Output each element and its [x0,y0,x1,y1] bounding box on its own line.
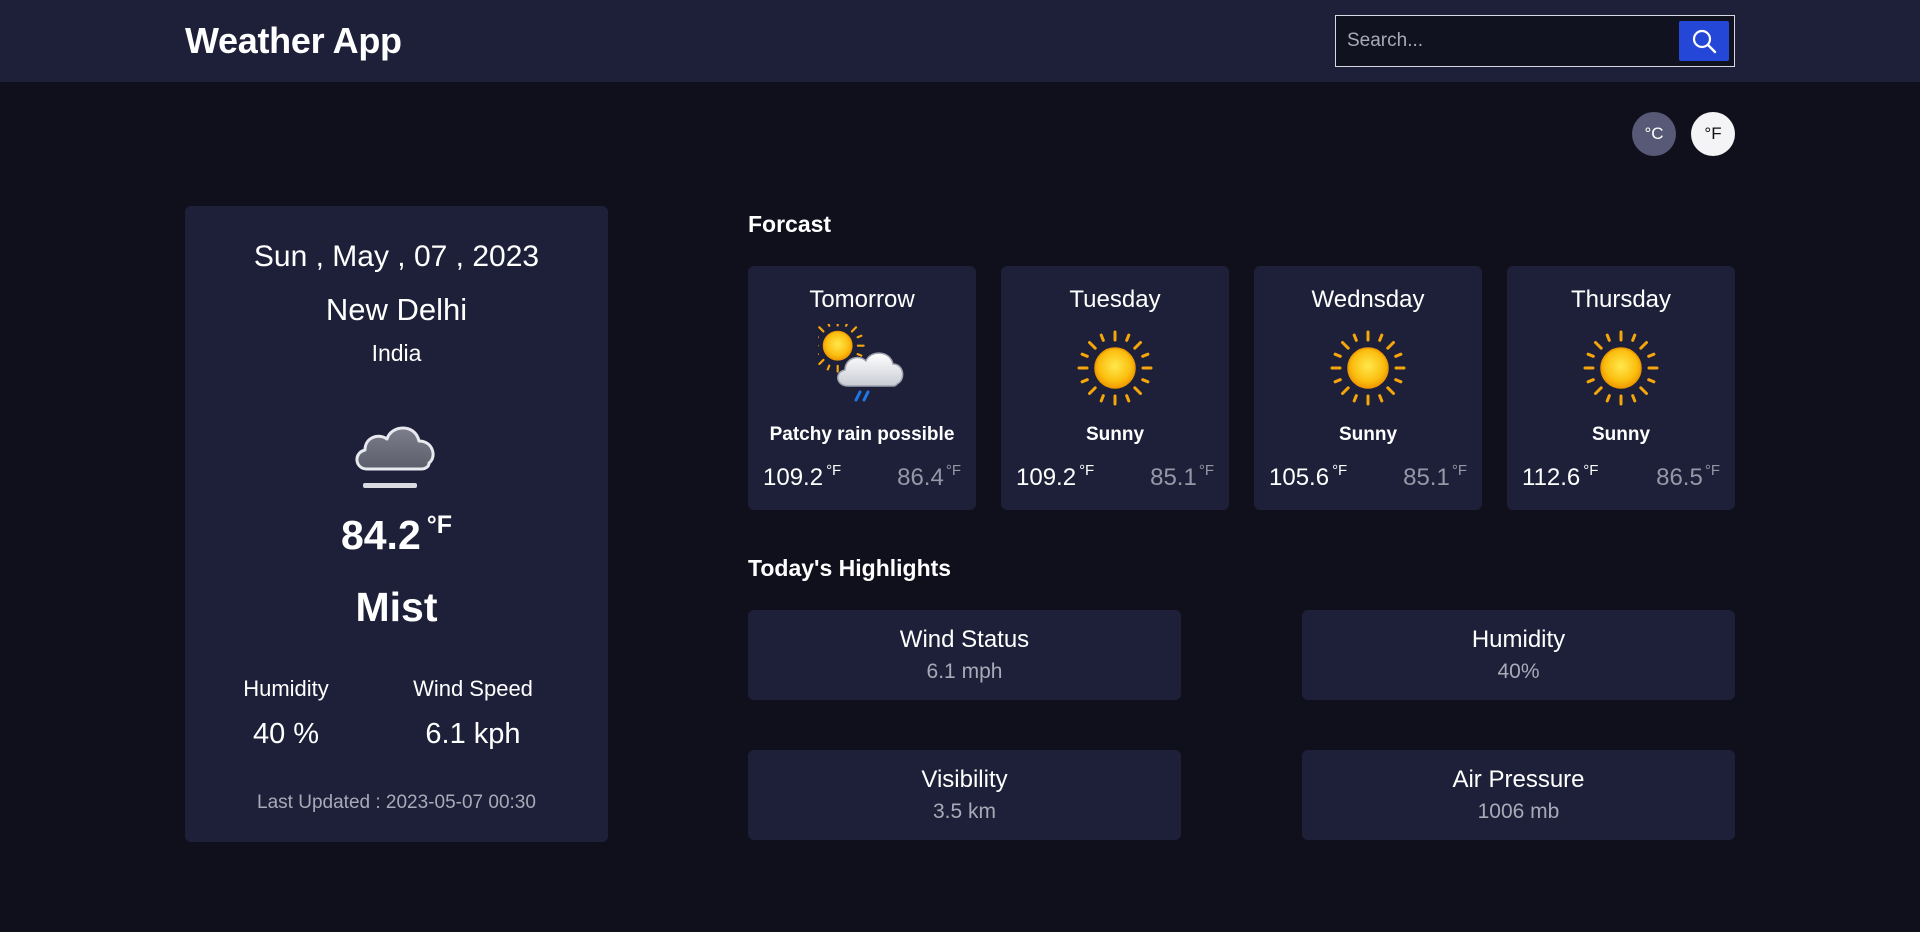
forecast-max-temp: 109.2 °F [1016,462,1094,492]
last-updated: Last Updated : 2023-05-07 00:30 [257,792,536,813]
forecast-min-unit: °F [1704,462,1720,479]
highlight-label: Humidity [1471,626,1566,653]
highlight-visibility: Visibility 3.5 km [748,750,1181,840]
highlight-value: 40% [1497,660,1540,683]
forecast-day: Tuesday [1069,286,1161,313]
highlight-label: Wind Status [899,626,1030,653]
forecast-condition: Sunny [1085,424,1145,445]
forecast-min-unit: °F [1451,462,1467,479]
current-weather-card: Sun , May , 07 , 2023 New Delhi India 84… [185,206,608,842]
search-button[interactable] [1679,21,1729,61]
forecast-max-value: 109.2 [763,464,824,491]
celsius-toggle[interactable]: °C [1632,112,1676,156]
forecast-condition: Patchy rain possible [769,424,955,445]
forecast-day: Thursday [1570,286,1672,313]
fahrenheit-toggle[interactable]: °F [1691,112,1735,156]
forecast-max-value: 109.2 [1016,464,1077,491]
sun-icon [1583,330,1659,406]
highlight-wind-status: Wind Status 6.1 mph [748,610,1181,700]
forecast-max-unit: °F [1332,462,1348,479]
search-icon [1692,29,1717,54]
highlight-value: 1006 mb [1477,800,1560,823]
forecast-max-value: 105.6 [1269,464,1330,491]
highlights-title: Today's Highlights [748,555,952,581]
forecast-day: Wednsday [1311,286,1425,313]
forecast-max-temp: 105.6 °F [1269,462,1347,492]
sun-icon [1330,330,1406,406]
current-date: Sun , May , 07 , 2023 [253,240,540,273]
forecast-day: Tomorrow [809,286,915,313]
highlight-label: Air Pressure [1452,766,1585,793]
humidity-value: 40 % [252,718,320,750]
forecast-max-value: 112.6 [1522,464,1581,491]
current-temperature-unit: °F [426,511,453,539]
patchy-rain-icon [818,324,904,402]
forecast-min-unit: °F [945,462,961,479]
highlight-label: Visibility [921,766,1008,793]
highlight-value: 6.1 mph [926,660,1003,683]
forecast-card-tomorrow: Tomorrow Patchy rain possible 109.2 °F 86… [748,266,976,510]
forecast-min-value: 86.5 [1656,464,1703,491]
forecast-min-temp: 86.4 °F [897,462,961,492]
sun-icon [1077,330,1153,406]
forecast-max-unit: °F [1079,462,1095,479]
forecast-max-unit: °F [826,462,842,479]
current-city: New Delhi [325,292,468,327]
search-input[interactable] [1340,20,1670,62]
current-condition: Mist [355,584,438,630]
forecast-min-value: 85.1 [1150,464,1197,491]
forecast-condition: Sunny [1591,424,1651,445]
current-temperature-value: 84.2 [340,512,421,558]
app-title: Weather App [185,20,402,61]
search-bar [1335,15,1735,67]
forecast-condition: Sunny [1338,424,1398,445]
top-navbar: Weather App [0,0,1920,82]
forecast-min-value: 86.4 [897,464,944,491]
wind-speed-label: Wind Speed [413,676,533,701]
forecast-max-temp: 112.6 °F [1522,462,1598,492]
forecast-max-unit: °F [1583,462,1599,479]
forecast-min-temp: 85.1 °F [1150,462,1214,492]
current-wind-speed: Wind Speed 6.1 kph [393,676,553,751]
mist-icon [355,426,435,488]
forecast-min-unit: °F [1198,462,1214,479]
highlight-value: 3.5 km [932,800,997,823]
highlight-air-pressure: Air Pressure 1006 mb [1302,750,1735,840]
forecast-card-wednesday: Wednsday Sunny 105.6 °F 85.1 °F [1254,266,1482,510]
current-humidity: Humidity 40 % [206,676,366,751]
forecast-max-temp: 109.2 °F [763,462,841,492]
forecast-card-thursday: Thursday Sunny 112.6 °F 86.5 °F [1507,266,1735,510]
highlight-humidity: Humidity 40% [1302,610,1735,700]
forecast-min-temp: 86.5 °F [1656,462,1720,492]
forecast-title: Forcast [748,211,832,237]
current-country: India [371,340,422,366]
humidity-label: Humidity [243,676,329,701]
forecast-card-tuesday: Tuesday Sunny 109.2 °F 85.1 °F [1001,266,1229,510]
forecast-min-temp: 85.1 °F [1403,462,1467,492]
wind-speed-value: 6.1 kph [425,718,521,750]
forecast-min-value: 85.1 [1403,464,1450,491]
current-temperature: 84.2 °F [185,511,608,559]
